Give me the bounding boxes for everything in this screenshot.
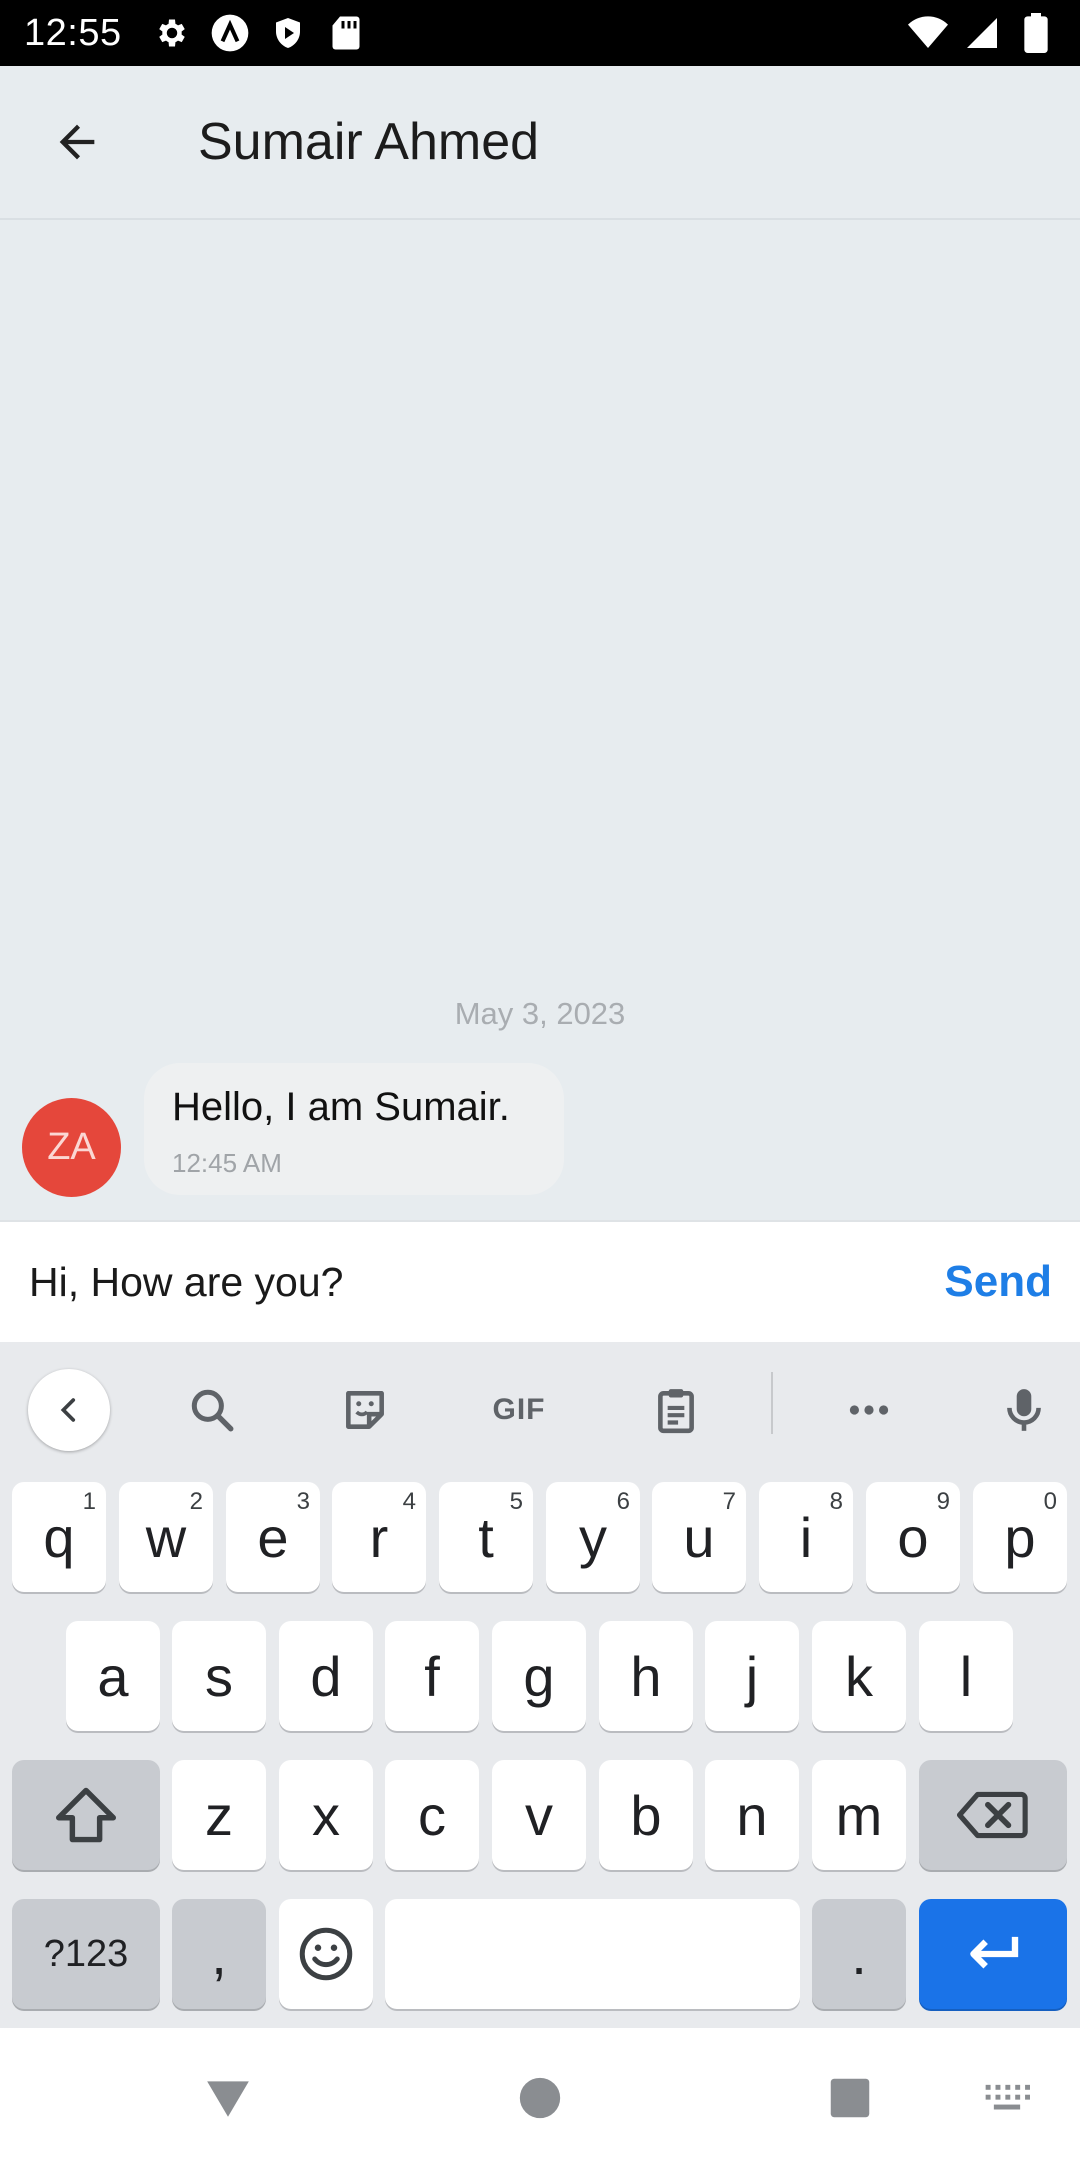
- toolbar-divider: [771, 1372, 773, 1434]
- keyboard: GIF q1 w2 e3 r4 t5 y6 u7 i8 o9 p0 a s d …: [0, 1342, 1080, 2028]
- back-button[interactable]: [22, 87, 132, 197]
- key-hint: 3: [296, 1488, 310, 1515]
- key-t[interactable]: t5: [439, 1482, 533, 1592]
- shield-play-icon: [268, 13, 308, 53]
- key-label: r: [369, 1505, 389, 1569]
- a-circle-icon: [210, 13, 250, 53]
- keyboard-switch-icon[interactable]: [977, 2068, 1037, 2128]
- key-d[interactable]: d: [279, 1621, 373, 1731]
- send-button[interactable]: Send: [944, 1257, 1052, 1307]
- key-k[interactable]: k: [812, 1621, 906, 1731]
- key-g[interactable]: g: [492, 1621, 586, 1731]
- key-p[interactable]: p0: [973, 1482, 1067, 1592]
- battery-icon: [1016, 13, 1056, 53]
- gif-icon[interactable]: GIF: [484, 1380, 554, 1440]
- enter-key[interactable]: [919, 1899, 1067, 2009]
- key-c[interactable]: c: [385, 1760, 479, 1870]
- key-label: w: [145, 1505, 187, 1569]
- key-x[interactable]: x: [279, 1760, 373, 1870]
- sd-card-icon: [326, 13, 366, 53]
- search-icon[interactable]: [182, 1380, 242, 1440]
- key-m[interactable]: m: [812, 1760, 906, 1870]
- home-circle-icon[interactable]: [510, 2068, 570, 2128]
- message-input[interactable]: [0, 1222, 945, 1342]
- page-title: Sumair Ahmed: [198, 113, 540, 171]
- keyboard-toolbar: GIF: [0, 1342, 1080, 1467]
- key-f[interactable]: f: [385, 1621, 479, 1731]
- key-hint: 5: [509, 1488, 523, 1515]
- mic-icon[interactable]: [994, 1380, 1054, 1440]
- key-label: i: [799, 1505, 813, 1569]
- key-hint: 0: [1043, 1488, 1057, 1515]
- collapse-icon[interactable]: [28, 1369, 110, 1451]
- date-separator: May 3, 2023: [454, 996, 626, 1031]
- status-time: 12:55: [24, 11, 122, 54]
- shift-key[interactable]: [12, 1760, 160, 1870]
- more-icon[interactable]: [839, 1380, 899, 1440]
- app-bar: Sumair Ahmed: [0, 66, 1080, 220]
- gif-label: GIF: [492, 1393, 546, 1426]
- backspace-key[interactable]: [919, 1760, 1067, 1870]
- key-h[interactable]: h: [599, 1621, 693, 1731]
- navigation-bar: [0, 2028, 1080, 2160]
- message-time: 12:45 AM: [172, 1148, 282, 1178]
- sticker-icon[interactable]: [335, 1380, 395, 1440]
- key-b[interactable]: b: [599, 1760, 693, 1870]
- key-label: p: [1004, 1505, 1036, 1569]
- key-s[interactable]: s: [172, 1621, 266, 1731]
- key-i[interactable]: i8: [759, 1482, 853, 1592]
- key-hint: 1: [82, 1488, 96, 1515]
- wifi-icon: [908, 13, 948, 53]
- arrow-left-icon: [59, 124, 95, 160]
- key-z[interactable]: z: [172, 1760, 266, 1870]
- message-bubble[interactable]: Hello, I am Sumair. 12:45 AM: [144, 1063, 564, 1195]
- clipboard-icon[interactable]: [646, 1380, 706, 1440]
- composer: Send: [0, 1220, 1080, 1342]
- space-key[interactable]: [385, 1899, 800, 2009]
- key-l[interactable]: l: [919, 1621, 1013, 1731]
- key-label: e: [257, 1505, 289, 1569]
- signal-icon: [962, 13, 1002, 53]
- back-triangle-icon[interactable]: [198, 2068, 258, 2128]
- shift-icon: [56, 1787, 116, 1843]
- avatar[interactable]: ZA: [22, 1098, 121, 1197]
- key-j[interactable]: j: [705, 1621, 799, 1731]
- emoji-key[interactable]: [279, 1899, 373, 2009]
- chat-area[interactable]: May 3, 2023 ZA Hello, I am Sumair. 12:45…: [0, 220, 1080, 1220]
- key-hint: 2: [189, 1488, 203, 1515]
- key-o[interactable]: o9: [866, 1482, 960, 1592]
- key-n[interactable]: n: [705, 1760, 799, 1870]
- key-hint: 4: [402, 1488, 416, 1515]
- key-label: y: [579, 1505, 607, 1569]
- key-q[interactable]: q1: [12, 1482, 106, 1592]
- key-r[interactable]: r4: [332, 1482, 426, 1592]
- recents-square-icon[interactable]: [820, 2068, 880, 2128]
- emoji-icon: [299, 1927, 353, 1981]
- message-text: Hello, I am Sumair.: [172, 1085, 510, 1129]
- key-y[interactable]: y6: [546, 1482, 640, 1592]
- key-hint: 9: [936, 1488, 950, 1515]
- key-v[interactable]: v: [492, 1760, 586, 1870]
- key-hint: 6: [616, 1488, 630, 1515]
- key-hint: 8: [829, 1488, 843, 1515]
- gear-icon: [152, 13, 192, 53]
- enter-icon: [970, 1936, 1019, 1969]
- key-w[interactable]: w2: [119, 1482, 213, 1592]
- key-label: u: [683, 1505, 715, 1569]
- key-label: q: [43, 1505, 75, 1569]
- comma-key[interactable]: ,: [172, 1899, 266, 2009]
- key-label: t: [478, 1505, 494, 1569]
- status-bar: 12:55: [0, 0, 1080, 66]
- symbols-key[interactable]: ?123: [12, 1899, 160, 2009]
- key-e[interactable]: e3: [226, 1482, 320, 1592]
- key-u[interactable]: u7: [652, 1482, 746, 1592]
- backspace-icon: [957, 1791, 1028, 1839]
- key-hint: 7: [722, 1488, 736, 1515]
- key-a[interactable]: a: [66, 1621, 160, 1731]
- key-label: o: [897, 1505, 929, 1569]
- period-key[interactable]: .: [812, 1899, 906, 2009]
